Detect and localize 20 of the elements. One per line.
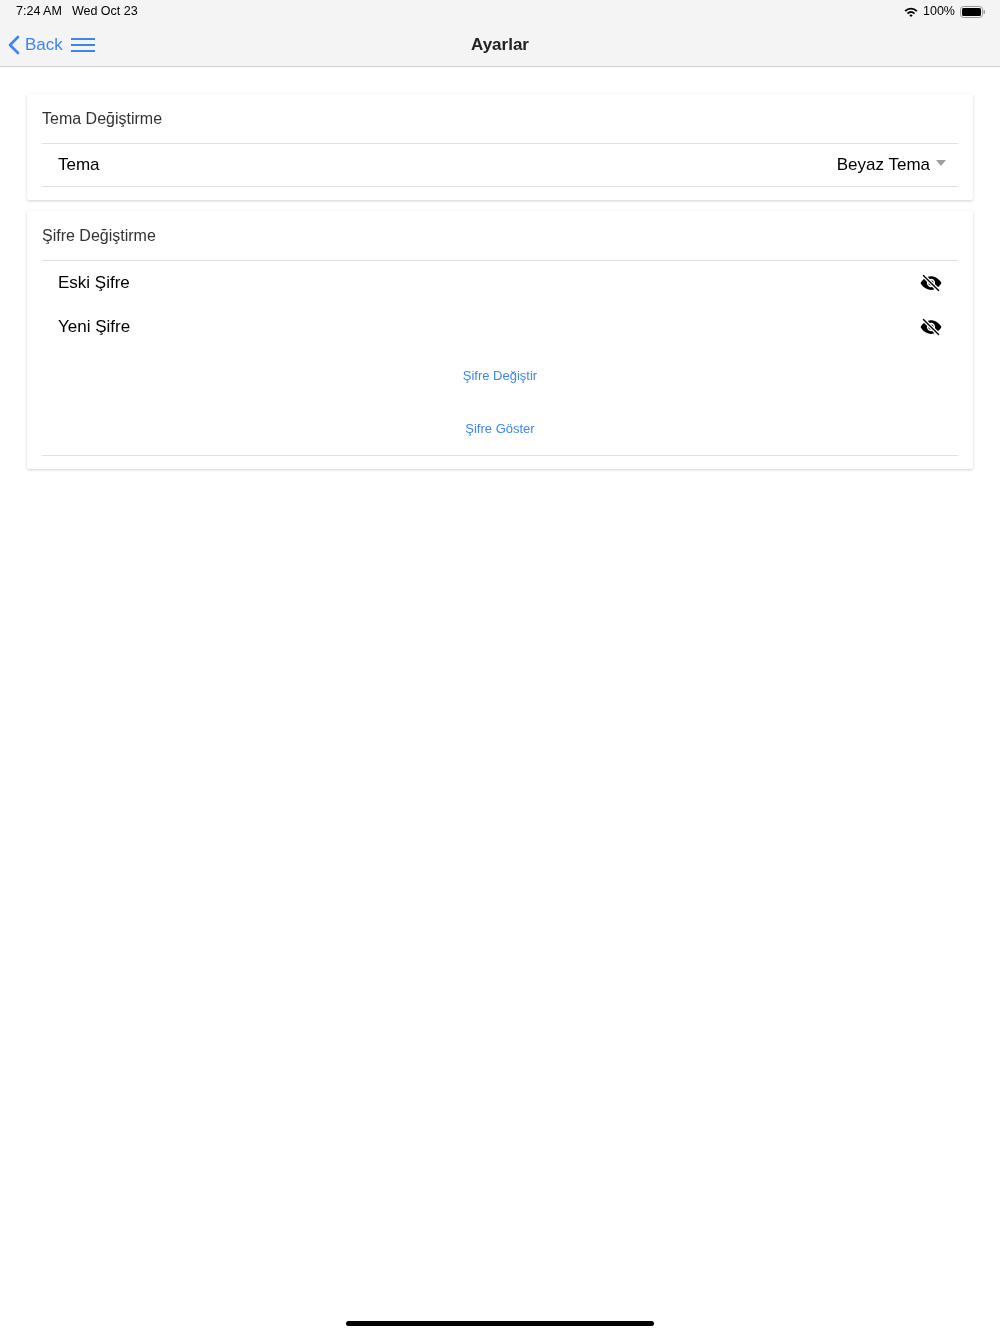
setting-label: Tema bbox=[58, 154, 100, 177]
password-field[interactable]: Eski Şifre bbox=[58, 270, 920, 296]
menu-icon[interactable] bbox=[70, 36, 95, 53]
back-button[interactable]: Back bbox=[8, 31, 63, 58]
wifi-icon bbox=[904, 6, 918, 17]
status-date: Wed Oct 23 bbox=[71, 3, 138, 21]
text-link-button[interactable]: Şifre Göster bbox=[465, 418, 535, 439]
back-chevron-icon bbox=[8, 34, 20, 55]
status-time: 7:24 AM bbox=[16, 3, 62, 21]
section-title: Tema Değiştirme bbox=[42, 108, 163, 129]
eye-off-icon[interactable] bbox=[920, 272, 942, 294]
battery-icon bbox=[960, 5, 986, 18]
eye-off-icon[interactable] bbox=[920, 316, 942, 338]
page-title: Ayarlar bbox=[471, 33, 529, 56]
caret-icon bbox=[936, 160, 946, 166]
password-field[interactable]: Yeni Şifre bbox=[58, 314, 920, 340]
text-link-button[interactable]: Şifre Değiştir bbox=[462, 365, 538, 386]
section-title: Şifre Değiştirme bbox=[42, 225, 156, 246]
theme-dropdown[interactable]: Beyaz Tema bbox=[836, 152, 946, 178]
battery-percentage: 100% bbox=[923, 3, 955, 21]
